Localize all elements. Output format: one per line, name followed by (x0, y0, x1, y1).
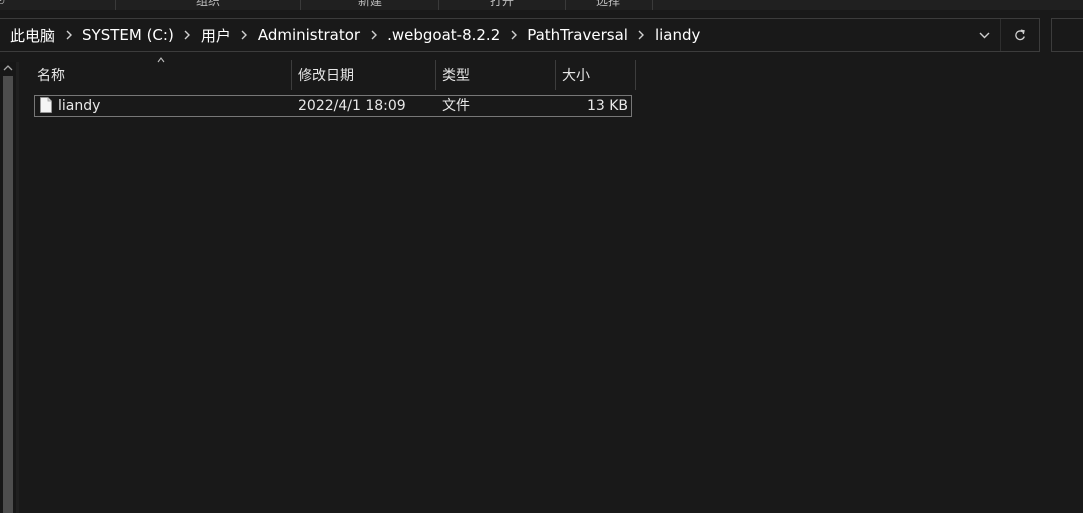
address-row: 此电脑 SYSTEM (C:) 用户 Administrator .webgoa… (0, 10, 1083, 62)
file-type: 文件 (442, 98, 470, 114)
ribbon-divider (115, 0, 116, 10)
column-header-size[interactable]: 大小 (556, 60, 636, 90)
breadcrumb-users[interactable]: 用户 (201, 25, 231, 46)
breadcrumb-chevron-icon[interactable] (174, 30, 201, 40)
breadcrumb-chevron-icon[interactable] (231, 30, 258, 40)
column-header-type[interactable]: 类型 (436, 60, 556, 90)
file-row[interactable]: liandy 2022/4/1 18:09 文件 13 KB (34, 95, 632, 117)
breadcrumb-this-pc[interactable]: 此电脑 (10, 25, 55, 46)
column-header-name-label: 名称 (37, 68, 65, 84)
ribbon-divider (300, 0, 301, 10)
breadcrumb-chevron-icon[interactable] (628, 30, 655, 40)
address-bar[interactable]: 此电脑 SYSTEM (C:) 用户 Administrator .webgoa… (0, 18, 1040, 52)
breadcrumb-chevron-icon[interactable] (360, 30, 387, 40)
breadcrumb-pathtraversal[interactable]: PathTraversal (527, 26, 628, 44)
ribbon-divider (652, 0, 653, 10)
file-list: 名称 修改日期 类型 大小 liandy 2022/4/1 18:09 文件 1… (19, 57, 1083, 513)
column-header-modified-label: 修改日期 (298, 68, 354, 84)
chevron-down-icon[interactable] (969, 19, 999, 51)
file-size: 13 KB (586, 98, 628, 114)
file-modified: 2022/4/1 18:09 (298, 98, 406, 114)
breadcrumb-chevron-icon[interactable] (500, 30, 527, 40)
search-input[interactable] (1051, 18, 1083, 52)
ribbon-divider (565, 0, 566, 10)
breadcrumb-administrator[interactable]: Administrator (258, 26, 360, 44)
sort-ascending-icon (157, 57, 165, 63)
ribbon-divider (438, 0, 439, 10)
column-header-type-label: 类型 (442, 68, 470, 84)
breadcrumb-liandy[interactable]: liandy (655, 26, 700, 44)
breadcrumb-system-c[interactable]: SYSTEM (C:) (82, 26, 174, 44)
breadcrumb-chevron-icon[interactable] (55, 30, 82, 40)
breadcrumb-webgoat[interactable]: .webgoat-8.2.2 (387, 26, 500, 44)
file-name[interactable]: liandy (58, 96, 100, 116)
refresh-icon[interactable] (1000, 19, 1039, 51)
ribbon-group-select[interactable]: 选择 (596, 0, 620, 9)
column-header-name[interactable]: 名称 (31, 60, 292, 90)
scrollbar-thumb[interactable] (3, 76, 13, 513)
ribbon-group-open[interactable]: 打开 (490, 0, 514, 9)
file-icon (40, 97, 52, 113)
ribbon-fragment: ত (0, 0, 6, 7)
scroll-up-icon[interactable] (3, 64, 13, 72)
nav-pane-scrollbar[interactable] (0, 62, 16, 513)
ribbon-group-new[interactable]: 新建 (358, 0, 382, 9)
column-header-size-label: 大小 (562, 68, 590, 84)
column-header-modified[interactable]: 修改日期 (292, 60, 436, 90)
ribbon-strip: ত 组织 新建 打开 选择 (0, 0, 1083, 10)
ribbon-group-organize[interactable]: 组织 (196, 0, 220, 9)
